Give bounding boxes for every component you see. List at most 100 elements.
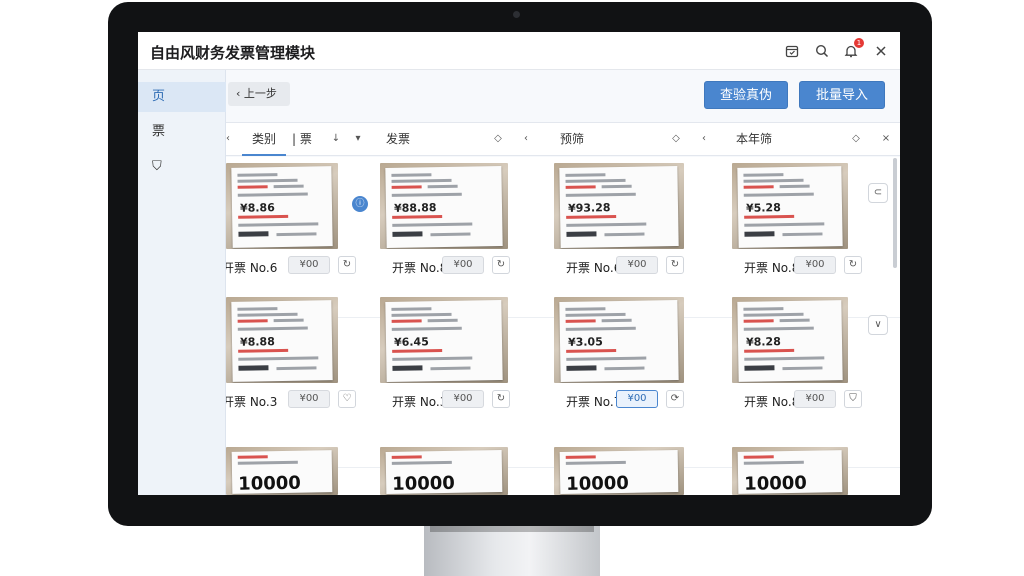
- invoice-label: 开票 No.6: [226, 261, 278, 275]
- invoice-card[interactable]: ¥93.28 开票 No.6 ¥00 ↻: [554, 163, 706, 303]
- chevron-left-icon[interactable]: ‹: [696, 131, 712, 147]
- rotate-icon[interactable]: ↻: [338, 256, 356, 274]
- invoice-thumbnail[interactable]: ¥88.88: [380, 163, 508, 249]
- back-button[interactable]: ‹ 上一步: [228, 82, 290, 106]
- amount-chip[interactable]: ¥00: [288, 390, 330, 408]
- chevron-left-icon[interactable]: ‹: [518, 131, 534, 147]
- amount-chip[interactable]: ¥00: [442, 256, 484, 274]
- amount-chip[interactable]: ¥00: [794, 390, 836, 408]
- monitor-stand: [424, 526, 600, 576]
- invoice-thumbnail[interactable]: 10000: [732, 447, 848, 495]
- batch-import-button[interactable]: 批量导入: [799, 81, 885, 109]
- invoice-paper: 10000: [737, 450, 843, 495]
- sidebar-item-label: 页: [152, 89, 166, 104]
- back-button-label: 上一步: [243, 87, 277, 100]
- invoice-paper: ¥93.28: [559, 165, 679, 249]
- column-filter-bar: ‹ 类别 | 票 ↓ ▾ 发票 ◇ ‹ 预筛 ◇ ‹ 本年筛 ◇ ×: [226, 122, 900, 156]
- filter-icon[interactable]: ◇: [848, 131, 864, 147]
- amount-chip[interactable]: ¥00: [442, 390, 484, 408]
- invoice-amount-text: 10000: [238, 472, 302, 495]
- invoice-amount-text: 10000: [744, 472, 808, 495]
- notification-badge: 1: [854, 38, 864, 48]
- sidebar-item-invoices[interactable]: 票: [138, 117, 226, 147]
- app-title: 自由风财务发票管理模块: [150, 44, 316, 62]
- invoice-thumbnail[interactable]: ¥8.88: [226, 297, 338, 383]
- invoice-paper: ¥8.28: [737, 300, 843, 382]
- rotate-icon[interactable]: ↻: [666, 256, 684, 274]
- invoice-thumbnail[interactable]: ¥3.05: [554, 297, 684, 383]
- invoice-card[interactable]: 10000: [554, 447, 706, 495]
- column-prescreen[interactable]: 预筛: [560, 123, 584, 155]
- close-icon[interactable]: ×: [878, 131, 894, 147]
- tab-ticket[interactable]: | 票: [292, 123, 312, 155]
- sidebar-item-archive[interactable]: ⛉: [138, 152, 226, 182]
- invoice-amount-text: ¥93.28: [567, 201, 611, 215]
- amount-chip[interactable]: ¥00: [794, 256, 836, 274]
- close-icon[interactable]: [870, 40, 892, 62]
- tab-category[interactable]: 类别: [252, 123, 276, 155]
- verify-button[interactable]: 查验真伪: [704, 81, 788, 109]
- invoice-card[interactable]: ¥5.28 开票 No.8 ¥00 ↻: [732, 163, 884, 303]
- invoice-thumbnail[interactable]: ¥8.28: [732, 297, 848, 383]
- invoice-thumbnail[interactable]: ¥8.86: [226, 163, 338, 249]
- invoice-thumbnail[interactable]: 10000: [554, 447, 684, 495]
- rotate-icon[interactable]: ↻: [844, 256, 862, 274]
- heart-icon[interactable]: ♡: [338, 390, 356, 408]
- sidebar-item-home[interactable]: 页: [138, 82, 226, 112]
- invoice-label: 开票 No.8: [392, 261, 448, 275]
- scrollbar[interactable]: [893, 158, 897, 268]
- stand-shadow: [430, 526, 594, 532]
- invoice-thumbnail[interactable]: ¥5.28: [732, 163, 848, 249]
- invoice-amount-text: ¥8.88: [239, 335, 275, 349]
- amount-chip[interactable]: ¥00: [288, 256, 330, 274]
- shield-icon[interactable]: ⛉: [844, 390, 862, 408]
- chevron-left-icon[interactable]: ‹: [220, 131, 236, 147]
- invoice-label: 开票 No.7: [566, 395, 622, 409]
- invoice-thumbnail[interactable]: 10000: [226, 447, 338, 495]
- invoice-paper: ¥8.88: [231, 300, 333, 382]
- invoice-paper: 10000: [559, 449, 679, 495]
- info-icon[interactable]: ⓘ: [352, 196, 368, 212]
- rotate-icon[interactable]: ↻: [492, 256, 510, 274]
- invoice-amount-text: ¥5.28: [745, 201, 781, 215]
- main-content: ‹ 上一步 查验真伪 批量导入 ‹ 类别 | 票 ↓ ▾ 发票 ◇ ‹ 预筛 ◇…: [226, 70, 900, 495]
- amount-chip[interactable]: ¥00: [616, 390, 658, 408]
- invoice-amount-text: ¥88.88: [393, 201, 437, 215]
- invoice-card[interactable]: ¥8.88 开票 No.3 ¥00 ♡: [226, 297, 378, 437]
- bell-icon[interactable]: 1: [840, 38, 864, 62]
- invoice-card[interactable]: 10000: [226, 447, 378, 495]
- invoice-card[interactable]: ¥88.88 开票 No.8 ¥00 ↻: [380, 163, 532, 303]
- invoice-paper: 10000: [231, 450, 333, 495]
- invoice-paper: ¥88.88: [385, 165, 503, 249]
- filter-icon[interactable]: ◇: [490, 131, 506, 147]
- invoice-amount-text: 10000: [392, 472, 456, 495]
- sidebar: 页 票 ⛉: [138, 70, 226, 495]
- rotate-icon[interactable]: ↻: [492, 390, 510, 408]
- column-invoice[interactable]: 发票: [386, 123, 410, 155]
- refresh-icon[interactable]: ⟳: [666, 390, 684, 408]
- invoice-thumbnail[interactable]: 10000: [380, 447, 508, 495]
- invoice-card[interactable]: ¥8.86 开票 No.6 ¥00 ↻: [226, 163, 378, 303]
- invoice-card[interactable]: 10000: [380, 447, 532, 495]
- amount-chip[interactable]: ¥00: [616, 256, 658, 274]
- invoice-amount-text: ¥8.86: [239, 201, 275, 215]
- invoice-thumbnail[interactable]: ¥93.28: [554, 163, 684, 249]
- invoice-card[interactable]: ¥3.05 开票 No.7 ¥00 ⟳: [554, 297, 706, 437]
- invoice-paper: ¥3.05: [559, 299, 679, 383]
- invoice-card[interactable]: ¥8.28 开票 No.8 ¥00 ⛉: [732, 297, 884, 437]
- filter-icon[interactable]: ◇: [668, 131, 684, 147]
- sort-down-icon[interactable]: ↓: [328, 131, 344, 147]
- invoice-label: 开票 No.8: [744, 261, 800, 275]
- invoice-label: 开票 No.8: [744, 395, 800, 409]
- invoice-card[interactable]: ¥6.45 开票 No.3 ¥00 ↻: [380, 297, 532, 437]
- invoice-amount-text: ¥3.05: [567, 335, 603, 349]
- active-tab-indicator: [242, 154, 286, 156]
- search-icon[interactable]: [811, 40, 833, 62]
- invoice-label: 开票 No.3: [392, 395, 448, 409]
- invoice-amount-text: ¥8.28: [745, 335, 781, 349]
- column-year-screen[interactable]: 本年筛: [736, 123, 772, 155]
- invoice-thumbnail[interactable]: ¥6.45: [380, 297, 508, 383]
- chevron-down-icon[interactable]: ▾: [350, 131, 366, 147]
- calendar-icon[interactable]: [781, 40, 803, 62]
- invoice-card[interactable]: 10000: [732, 447, 884, 495]
